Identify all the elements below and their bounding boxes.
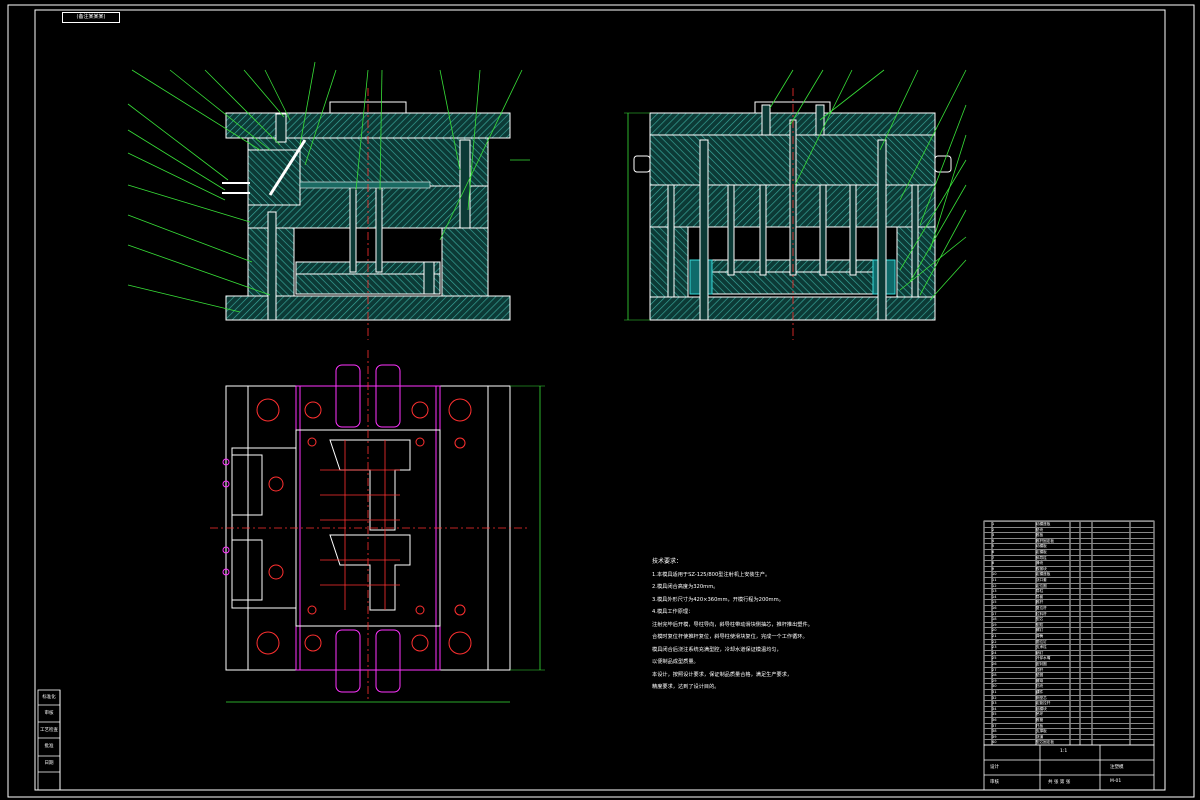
notes-line: 注射完毕后开模，导柱导向，斜导柱带动滑块侧抽芯，推杆推出塑件。	[652, 621, 813, 628]
technical-notes: 技术要求： 1.本模具适用于SZ-125/800型注射机上安装生产。 2.模具闭…	[652, 556, 822, 694]
side-stamp-grid	[37, 689, 61, 791]
bom-part-number: 40	[992, 740, 997, 745]
drawing-number: M-01	[1110, 779, 1122, 784]
notes-line: 以便制品成型质量。	[652, 659, 699, 665]
bom-table: 1 动模座板 2 垫块 3 推板 4 推杆固定板 5 动模板 6 定模板 7 斜导柱 8 滑块 9 楔紧块 10 定模…	[984, 521, 1154, 745]
side-label: 批准	[44, 744, 54, 749]
notes-line: 本设计，按照设计要求，保证制品质量合格，满足生产要求，	[652, 671, 793, 678]
notes-line: 模具闭合后浇注系统充满型腔，冷却水道保证模温均匀，	[652, 646, 782, 653]
side-label: 工艺检查	[40, 728, 58, 733]
notes-line: 2.模具闭合高度为320mm。	[652, 584, 719, 590]
notes-line: 4.模具工作原理：	[652, 609, 694, 615]
side-section-view	[624, 88, 952, 340]
notes-line: 合模时复位杆使推杆复位，斜导柱使滑块复位，完成一个工作循环。	[652, 634, 808, 640]
notes-line: 3.模具外形尺寸为420×360mm，开模行程为200mm。	[652, 596, 784, 603]
side-label: 日期	[44, 761, 54, 766]
front-section-view	[222, 88, 530, 340]
notes-title: 技术要求：	[652, 558, 683, 565]
drawing-name: 注塑模	[1110, 765, 1124, 770]
notes-line: 精度要求，达到了设计目的。	[652, 684, 720, 690]
plan-view	[210, 350, 545, 703]
check-label: 审核	[990, 780, 999, 785]
side-label: 标准化	[42, 695, 56, 700]
bom-part-name: 型芯固定板	[1036, 740, 1054, 745]
side-label: 审核	[44, 711, 54, 716]
sheet-count: 共 张 第 张	[1048, 780, 1071, 785]
notes-line: 1.本模具适用于SZ-125/800型注射机上安装生产。	[652, 571, 771, 578]
bom-row: 40 型芯固定板	[984, 739, 1154, 745]
design-label: 设计	[990, 765, 999, 770]
drawing-stamp: (备注某某某)	[62, 12, 120, 23]
drawing-scale: 1:1	[1060, 749, 1068, 754]
